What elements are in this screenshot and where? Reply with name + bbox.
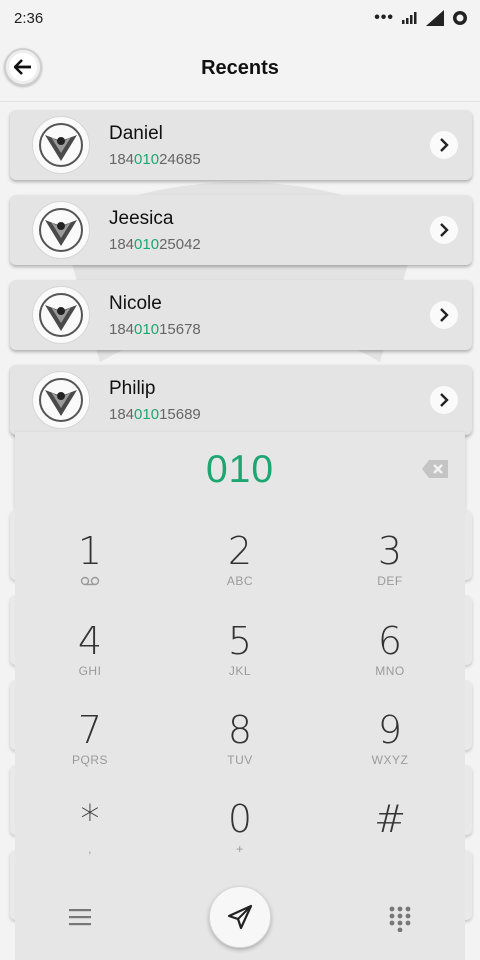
page-title: Recents <box>201 57 279 79</box>
arrow-left-icon <box>9 53 37 81</box>
dialed-number: 010 <box>205 448 275 491</box>
contact-name: Nicole <box>109 293 162 314</box>
dial-display: 010 <box>15 432 465 508</box>
chevron-right-icon <box>440 138 449 152</box>
contact-number: 18401025042 <box>109 236 201 253</box>
status-bar: 2:36 ••• <box>0 0 480 36</box>
avatar <box>32 286 90 344</box>
status-icons: ••• <box>374 10 468 26</box>
number-match-highlight: 010 <box>134 236 160 253</box>
key-4[interactable]: 4 GHI <box>15 598 165 686</box>
contact-detail-button[interactable] <box>430 301 458 329</box>
header: Recents <box>0 36 480 102</box>
contact-name: Daniel <box>109 123 163 144</box>
contact-detail-button[interactable] <box>430 216 458 244</box>
key-star[interactable]: * , <box>15 776 165 864</box>
voicemail-icon <box>80 576 100 586</box>
avatar <box>32 371 90 429</box>
emblem-avatar-icon <box>39 293 83 337</box>
emblem-avatar-icon <box>39 123 83 167</box>
number-match-highlight: 010 <box>134 321 160 338</box>
key-3[interactable]: 3 DEF <box>315 508 465 596</box>
more-dots-icon: ••• <box>374 9 394 26</box>
key-1[interactable]: 1 <box>15 508 165 596</box>
key-5[interactable]: 5 JKL <box>165 598 315 686</box>
dialpad-icon[interactable] <box>389 906 411 932</box>
key-7[interactable]: 7 PQRS <box>15 687 165 775</box>
signal-bars-icon <box>402 12 417 24</box>
avatar <box>32 201 90 259</box>
backspace-icon[interactable] <box>421 459 449 479</box>
contact-detail-button[interactable] <box>430 386 458 414</box>
sync-circle-icon <box>453 11 467 25</box>
recent-item[interactable]: Philip 18401015689 <box>10 365 472 435</box>
recents-list: Daniel 18401024685 Jeesica 18401025042 N… <box>10 110 472 450</box>
dialer-action-bar <box>15 880 465 960</box>
number-match-highlight: 010 <box>134 151 160 168</box>
key-6[interactable]: 6 MNO <box>315 598 465 686</box>
contact-detail-button[interactable] <box>430 131 458 159</box>
key-9[interactable]: 9 WXYZ <box>315 687 465 775</box>
recent-item[interactable]: Nicole 18401015678 <box>10 280 472 350</box>
key-0[interactable]: 0 + <box>165 776 315 864</box>
back-button[interactable] <box>4 48 42 86</box>
menu-icon[interactable] <box>69 908 91 926</box>
key-2[interactable]: 2 ABC <box>165 508 315 596</box>
chevron-right-icon <box>440 223 449 237</box>
contact-name: Jeesica <box>109 208 174 229</box>
number-match-highlight: 010 <box>134 406 160 423</box>
contact-name: Philip <box>109 378 156 399</box>
call-button[interactable] <box>209 886 271 948</box>
send-icon <box>227 904 253 930</box>
contact-number: 18401015678 <box>109 321 201 338</box>
chevron-right-icon <box>440 308 449 322</box>
key-8[interactable]: 8 TUV <box>165 687 315 775</box>
cell-signal-icon <box>426 10 444 26</box>
chevron-right-icon <box>440 393 449 407</box>
emblem-avatar-icon <box>39 378 83 422</box>
avatar <box>32 116 90 174</box>
contact-number: 18401024685 <box>109 151 201 168</box>
key-hash[interactable]: # <box>315 776 465 864</box>
recent-item[interactable]: Daniel 18401024685 <box>10 110 472 180</box>
contact-number: 18401015689 <box>109 406 201 423</box>
status-time: 2:36 <box>14 9 44 27</box>
emblem-avatar-icon <box>39 208 83 252</box>
dial-keypad: 1 2 ABC 3 DEF 4 GHI 5 JKL 6 MNO 7 PQRS 8… <box>15 508 465 960</box>
recent-item[interactable]: Jeesica 18401025042 <box>10 195 472 265</box>
